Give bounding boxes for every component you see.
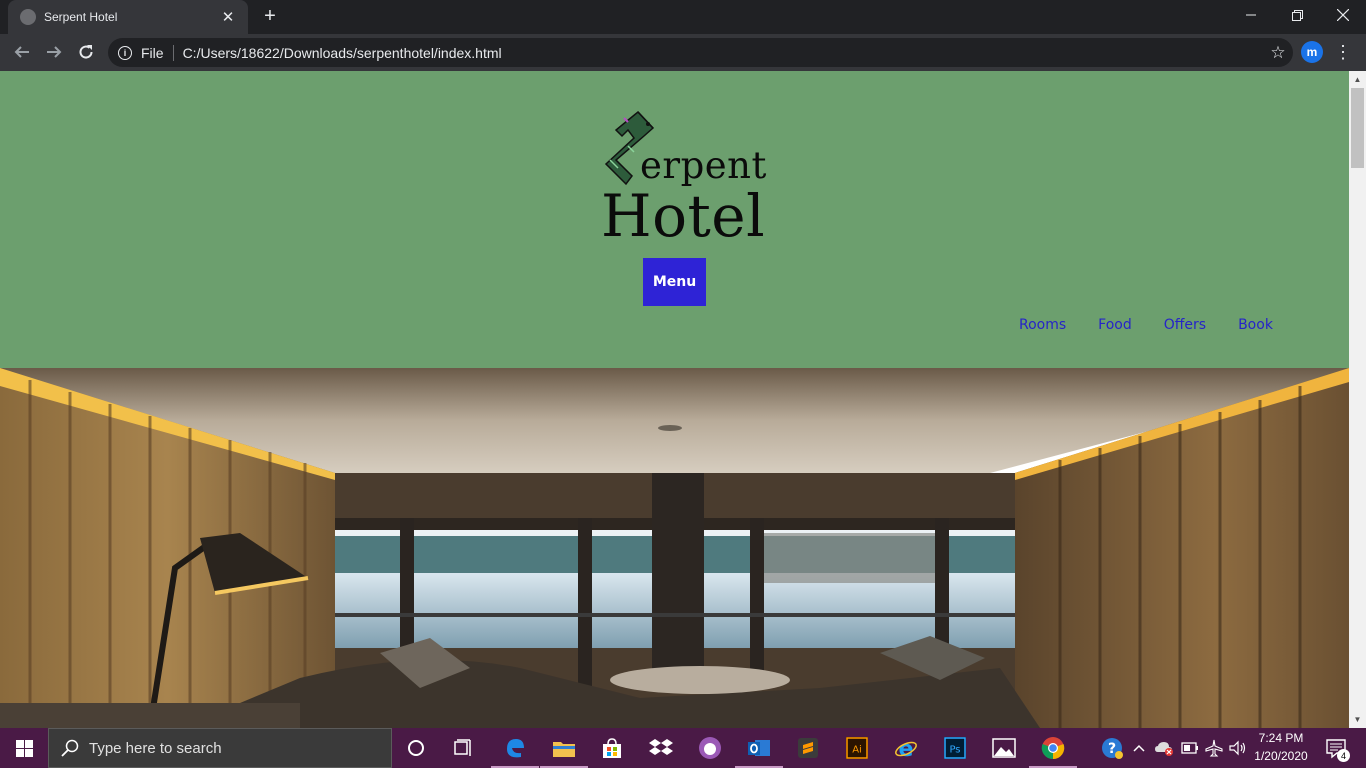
minimize-icon xyxy=(1246,14,1256,16)
svg-text:Ps: Ps xyxy=(949,745,960,756)
reload-button[interactable] xyxy=(72,38,100,66)
browser-menu-icon[interactable]: ⋮ xyxy=(1333,40,1353,64)
address-bar[interactable]: i File C:/Users/18622/Downloads/serpenth… xyxy=(108,38,1293,67)
back-arrow-icon xyxy=(14,46,29,58)
store-icon[interactable] xyxy=(596,732,628,764)
profile-avatar[interactable]: m xyxy=(1301,41,1323,63)
serpent-hotel-logo[interactable]: erpent Hotel xyxy=(596,106,766,248)
nav-link-rooms[interactable]: Rooms xyxy=(1019,317,1066,333)
airplane-mode-icon[interactable] xyxy=(1202,732,1226,764)
svg-text:Ai: Ai xyxy=(852,745,862,756)
taskbar-search[interactable]: Type here to search xyxy=(48,728,392,768)
photos-icon[interactable] xyxy=(988,732,1020,764)
search-placeholder: Type here to search xyxy=(89,739,222,757)
nav-link-book[interactable]: Book xyxy=(1238,317,1273,333)
hotel-room-photo xyxy=(0,368,1349,728)
internet-explorer-icon[interactable]: e xyxy=(890,732,922,764)
restore-icon xyxy=(1291,9,1303,21)
cloud-sync-error-icon[interactable] xyxy=(1152,732,1176,764)
help-icon[interactable]: ? xyxy=(1098,732,1126,764)
battery-icon[interactable] xyxy=(1178,732,1202,764)
dropbox-icon[interactable] xyxy=(645,732,677,764)
url-scheme-label: File xyxy=(141,44,174,61)
tab-title: Serpent Hotel xyxy=(44,10,118,24)
close-window-button[interactable] xyxy=(1320,0,1366,30)
edge-icon[interactable] xyxy=(491,732,539,768)
clock-time[interactable]: 7:24 PM xyxy=(1250,731,1312,745)
browser-tab-strip: Serpent Hotel ✕ + xyxy=(0,0,1366,34)
new-tab-button[interactable]: + xyxy=(258,5,282,29)
forward-button[interactable] xyxy=(40,38,68,66)
cortana-icon[interactable] xyxy=(400,732,432,764)
scroll-down-arrow-icon[interactable]: ▼ xyxy=(1349,711,1366,728)
browser-tab[interactable]: Serpent Hotel ✕ xyxy=(8,0,248,34)
nav-link-offers[interactable]: Offers xyxy=(1164,317,1206,333)
search-icon xyxy=(61,739,79,757)
volume-icon[interactable] xyxy=(1226,732,1250,764)
url-text[interactable]: C:/Users/18622/Downloads/serpenthotel/in… xyxy=(183,45,1263,61)
back-button[interactable] xyxy=(8,38,36,66)
svg-text:e: e xyxy=(899,737,914,760)
illustrator-icon[interactable]: Ai xyxy=(841,732,873,764)
svg-text:?: ? xyxy=(1108,741,1116,757)
file-explorer-icon[interactable] xyxy=(540,732,588,768)
task-view-icon[interactable] xyxy=(448,732,480,764)
site-header: erpent Hotel Menu Rooms Food Offers Book xyxy=(0,71,1349,368)
hero-room-image xyxy=(0,368,1349,728)
browser-toolbar: i File C:/Users/18622/Downloads/serpenth… xyxy=(0,34,1366,71)
scroll-up-arrow-icon[interactable]: ▲ xyxy=(1349,71,1366,88)
clock-date[interactable]: 1/20/2020 xyxy=(1250,749,1312,763)
globe-icon xyxy=(20,9,36,25)
chrome-icon[interactable] xyxy=(1029,732,1077,768)
close-tab-icon[interactable]: ✕ xyxy=(218,8,238,26)
start-button[interactable] xyxy=(0,728,48,768)
logo-text-hotel: Hotel xyxy=(601,182,766,250)
close-icon xyxy=(1337,9,1349,21)
sublime-text-icon[interactable] xyxy=(792,732,824,764)
action-center-icon[interactable]: 4 xyxy=(1320,732,1352,764)
windows-logo-icon xyxy=(15,739,33,757)
github-desktop-icon[interactable] xyxy=(694,732,726,764)
outlook-icon[interactable] xyxy=(735,732,783,768)
reload-icon xyxy=(79,45,93,59)
site-nav: Rooms Food Offers Book xyxy=(1019,317,1305,333)
minimize-button[interactable] xyxy=(1228,0,1274,30)
nav-link-food[interactable]: Food xyxy=(1098,317,1132,333)
page-scrollbar[interactable]: ▲ ▼ xyxy=(1349,71,1366,728)
tray-chevron-up-icon[interactable] xyxy=(1128,732,1150,764)
windows-taskbar: Type here to search Ai e Ps ? 7:24 PM 1/… xyxy=(0,728,1366,768)
logo-text-serpent: erpent xyxy=(640,144,767,187)
menu-button[interactable]: Menu xyxy=(643,258,706,306)
forward-arrow-icon xyxy=(47,46,62,58)
bookmark-star-icon[interactable]: ☆ xyxy=(1263,43,1293,63)
notification-count-badge: 4 xyxy=(1337,749,1350,762)
scrollbar-thumb[interactable] xyxy=(1351,88,1364,168)
photoshop-icon[interactable]: Ps xyxy=(939,732,971,764)
info-icon[interactable]: i xyxy=(118,45,132,60)
restore-button[interactable] xyxy=(1274,0,1320,30)
page-viewport: erpent Hotel Menu Rooms Food Offers Book xyxy=(0,71,1349,728)
